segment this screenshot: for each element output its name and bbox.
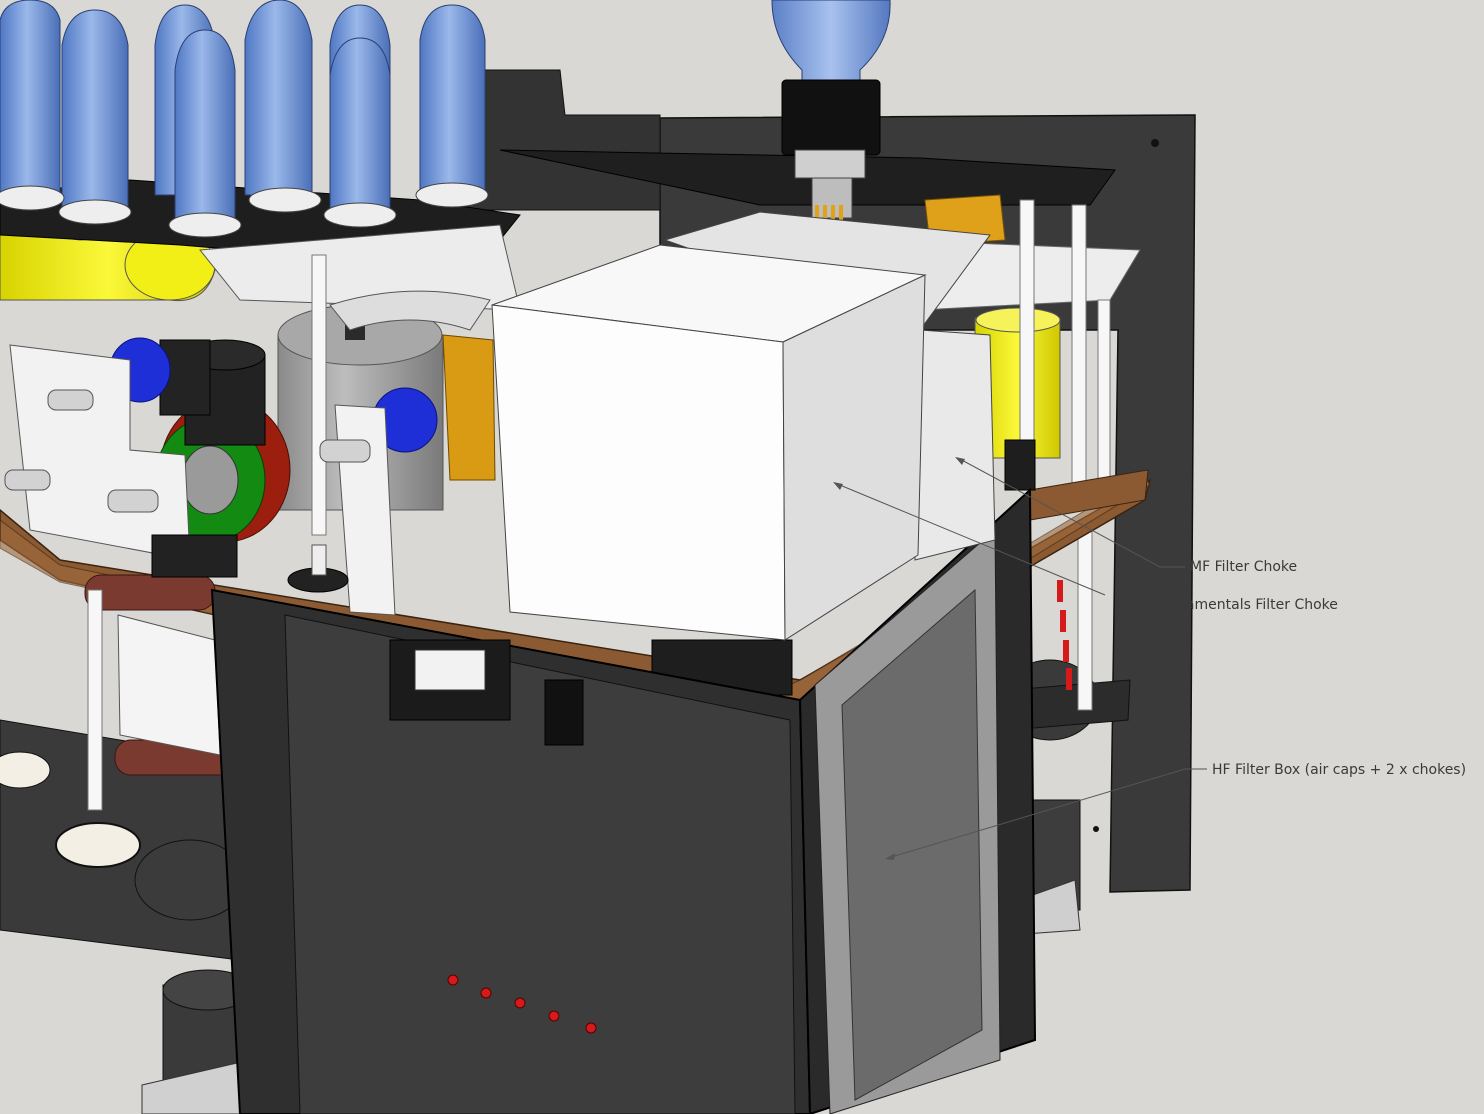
label-hf-filter-box: HF Filter Box (air caps + 2 x chokes) [1212, 762, 1467, 778]
spacer-post [311, 544, 327, 576]
yellow-capacitor [975, 307, 1061, 333]
mf-filter-choke-front [491, 304, 786, 641]
small-signal-tubes [0, 0, 486, 221]
gold-heatsink [442, 334, 496, 481]
amplifier-3d-model [0, 0, 1207, 1114]
pot-shaft [107, 489, 159, 513]
tube-glass [244, 0, 313, 196]
standoff [1097, 299, 1111, 481]
front-panel-switch [544, 679, 584, 746]
output-tube-socket [794, 149, 866, 179]
relay-bracket [117, 614, 221, 756]
tube-glass [61, 9, 129, 211]
standoff [87, 589, 103, 811]
front-panel-window [414, 649, 486, 691]
mounting-hole [1151, 139, 1159, 147]
standoff [1019, 199, 1035, 441]
tube-glass [419, 4, 486, 191]
label-mf-filter-choke: MF Filter Choke [1190, 559, 1298, 575]
tube-glass [0, 0, 61, 196]
pot-shaft [319, 439, 371, 463]
connector-block [1004, 439, 1036, 491]
output-tube-base [781, 79, 881, 156]
chassis-cutout [55, 822, 141, 868]
connector-block [151, 534, 238, 578]
fundamentals-filter-choke-side [914, 329, 996, 561]
tube-glass [329, 37, 391, 216]
tube-glass [174, 29, 236, 221]
label-fundamentals-filter-choke: Fundamentals Filter Choke [1152, 597, 1338, 613]
pot-shaft [47, 389, 94, 411]
power-resistor [84, 574, 216, 611]
toroid-choke-hole [181, 445, 239, 515]
output-tube-glass [771, 0, 891, 81]
mounting-hole [1093, 826, 1099, 832]
standoff [311, 254, 327, 536]
pot-shaft [4, 469, 51, 491]
standoff [1071, 204, 1087, 501]
standoff [1077, 529, 1093, 711]
